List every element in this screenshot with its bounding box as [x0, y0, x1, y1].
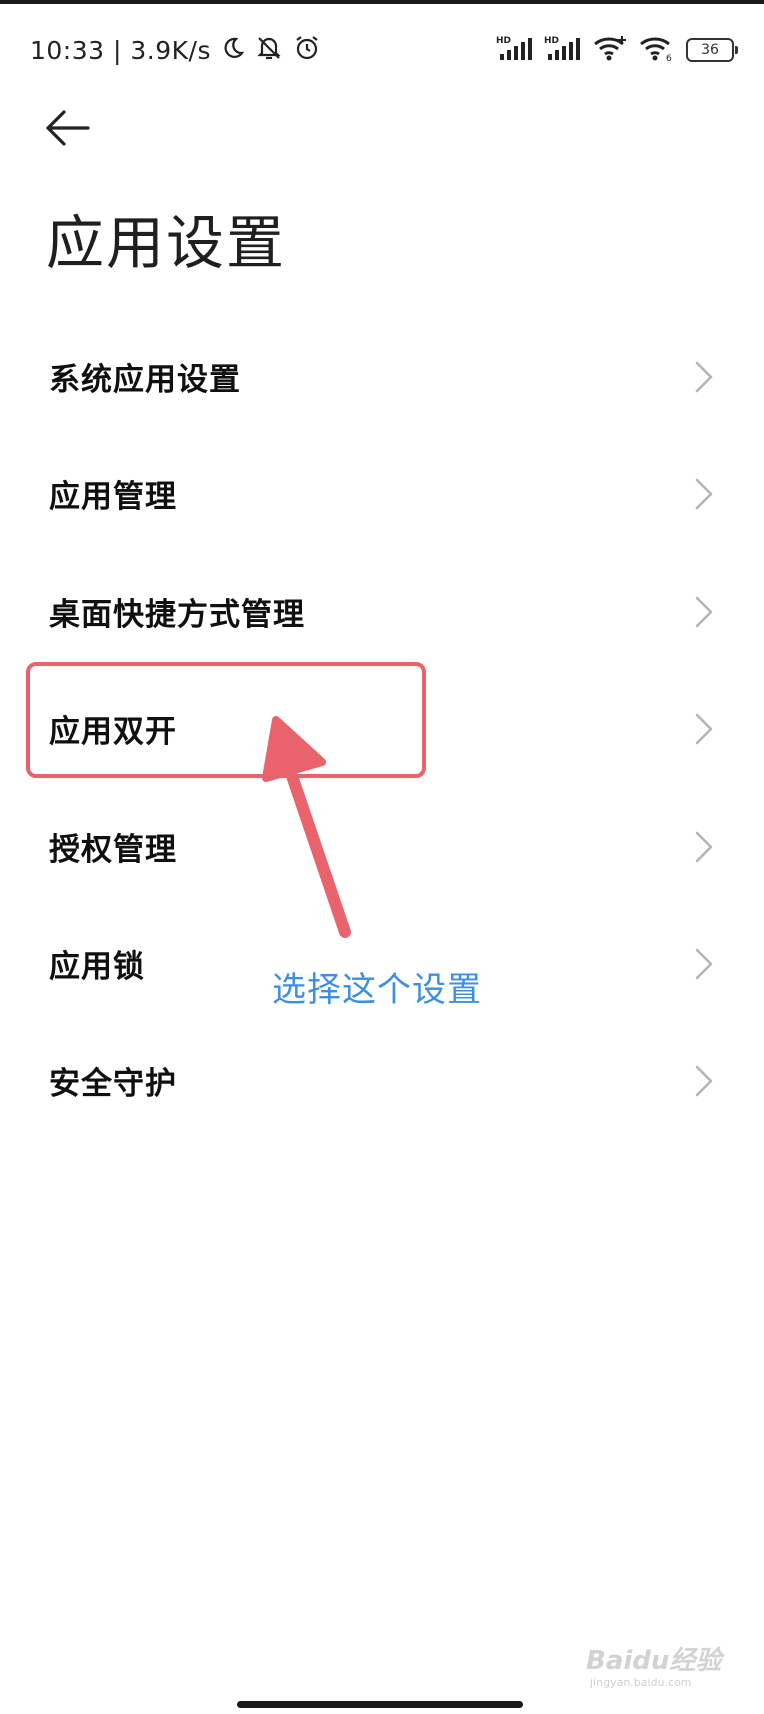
chevron-right-icon — [695, 1066, 713, 1097]
top-edge — [0, 0, 764, 4]
time-speed: 10:33 | 3.9K/s — [30, 35, 211, 65]
back-button[interactable] — [44, 106, 96, 150]
chevron-right-icon — [695, 948, 713, 980]
list-item-label: 桌面快捷方式管理 — [49, 596, 305, 633]
hd-label-2: HD — [544, 36, 559, 46]
list-item-system-app-settings[interactable]: 系统应用设置 — [0, 318, 764, 435]
chevron-right-icon — [695, 831, 713, 862]
wifi-6-icon: 6 — [638, 34, 674, 66]
home-indicator[interactable] — [237, 1701, 523, 1708]
list-item-label: 应用管理 — [49, 479, 177, 516]
battery-icon: 36 — [686, 38, 738, 62]
signal-icon-2: HD — [544, 34, 582, 66]
chevron-right-icon — [695, 361, 713, 393]
list-item-label: 应用锁 — [49, 948, 145, 985]
list-item-desktop-shortcuts[interactable]: 桌面快捷方式管理 — [0, 553, 764, 670]
list-item-label: 安全守护 — [49, 1066, 177, 1103]
list-item-label: 系统应用设置 — [49, 362, 241, 398]
baidu-watermark-logo: Baidu经验 — [586, 1646, 722, 1676]
status-bar: 10:33 | 3.9K/s HD HD 6 36 — [0, 28, 764, 72]
status-right: HD HD 6 36 — [486, 32, 738, 68]
signal-icon: HD — [496, 34, 534, 66]
status-left: 10:33 | 3.9K/s — [30, 32, 321, 68]
list-item-security-guard[interactable]: 安全守护 — [0, 1022, 764, 1139]
annotation-text: 选择这个设置 — [272, 970, 482, 1010]
list-item-label: 授权管理 — [49, 831, 177, 868]
arrow-left-icon — [46, 110, 90, 146]
list-item-permissions[interactable]: 授权管理 — [0, 788, 764, 905]
alarm-icon — [293, 34, 321, 66]
chevron-right-icon — [695, 713, 713, 745]
page-title: 应用设置 — [46, 209, 287, 277]
highlight-box — [26, 662, 426, 778]
bell-off-icon — [255, 34, 283, 66]
list-item-app-management[interactable]: 应用管理 — [0, 435, 764, 552]
chevron-right-icon — [695, 479, 713, 510]
moon-icon — [221, 36, 245, 64]
hd-label: HD — [496, 36, 511, 46]
chevron-right-icon — [695, 596, 713, 628]
svg-text:6: 6 — [666, 54, 672, 62]
baidu-watermark-url: jingyan.baidu.com — [590, 1676, 692, 1689]
wifi-icon — [592, 34, 628, 66]
